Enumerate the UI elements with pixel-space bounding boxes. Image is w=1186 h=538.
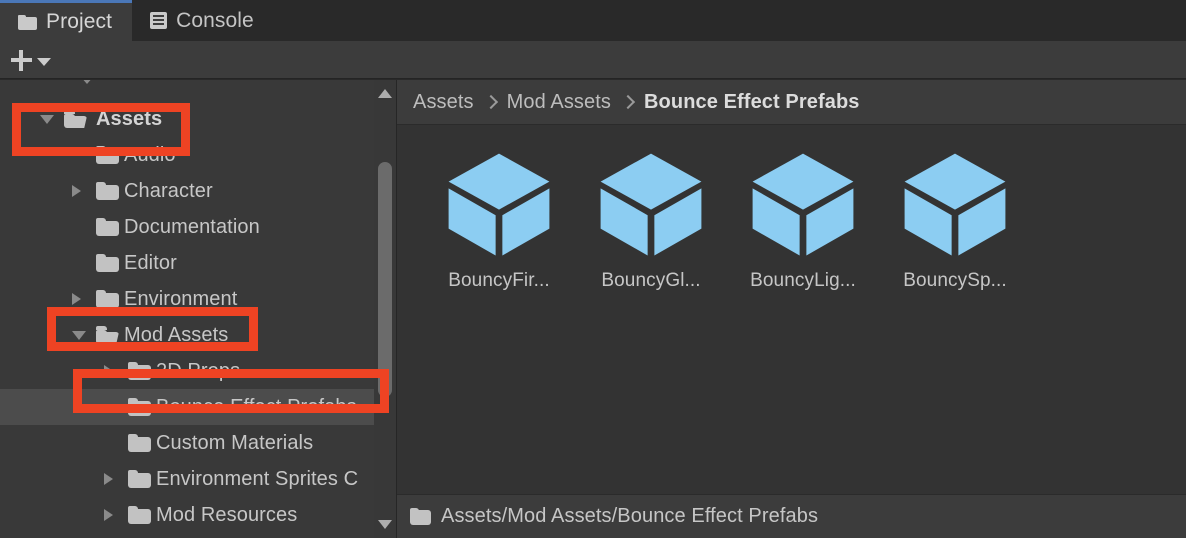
tab-bar: Project Console — [0, 0, 1186, 42]
twisty-collapsed-icon[interactable] — [104, 473, 113, 485]
create-button[interactable] — [9, 45, 65, 75]
twisty-expanded-icon[interactable] — [40, 115, 54, 124]
folder-tree-list: Assets Audio Character Documentation Editor E… — [0, 101, 374, 538]
tree-item-particle-prefabs[interactable]: Particle Prefabs — [0, 533, 374, 538]
asset-item-label: BouncyFir... — [448, 270, 550, 291]
folder-icon — [410, 508, 431, 525]
tree-item-documentation[interactable]: Documentation — [0, 209, 374, 245]
scroll-up-arrow-icon[interactable] — [378, 89, 392, 98]
tree-item-label: Documentation — [124, 215, 260, 238]
tree-item-label: Environment Sprites C — [156, 467, 359, 490]
tree-item-assets[interactable]: Assets — [0, 101, 374, 137]
chevron-right-icon — [485, 97, 496, 108]
folder-icon — [96, 290, 119, 308]
tree-item-label: Character — [124, 179, 213, 202]
tab-console[interactable]: Console — [132, 0, 274, 41]
asset-item-label: BouncySp... — [903, 270, 1007, 291]
folder-icon — [18, 14, 37, 30]
console-icon — [150, 12, 168, 29]
asset-item[interactable]: BouncyLig... — [727, 148, 879, 292]
tree-item-mod-assets[interactable]: Mod Assets — [0, 317, 374, 353]
chevron-down-icon — [37, 57, 51, 66]
folder-icon — [128, 398, 151, 416]
tree-item-label: Environment — [124, 287, 238, 310]
asset-item[interactable]: BouncyGl... — [575, 148, 727, 292]
scrollbar-thumb[interactable] — [378, 162, 392, 397]
twisty-collapsed-icon[interactable] — [72, 293, 81, 305]
folder-icon — [128, 362, 151, 380]
tree-item-environment[interactable]: Environment — [0, 281, 374, 317]
tree-item-label: Editor — [124, 251, 177, 274]
tree-item-label: Mod Assets — [124, 323, 229, 346]
tree-item-bounce-effect-prefabs[interactable]: Bounce Effect Prefabs — [0, 389, 374, 425]
prefab-cube-icon — [899, 148, 1011, 260]
asset-item[interactable]: BouncyFir... — [423, 148, 575, 292]
tree-item-2d-props[interactable]: 2D Props — [0, 353, 374, 389]
tree-item-editor[interactable]: Editor — [0, 245, 374, 281]
breadcrumb-segment[interactable]: Bounce Effect Prefabs — [644, 91, 860, 114]
asset-grid[interactable]: BouncyFir... BouncyGl... BouncyLig... Bounc… — [397, 126, 1186, 492]
plus-icon — [9, 48, 33, 72]
asset-item[interactable]: BouncySp... — [879, 148, 1031, 292]
unity-project-window: Project Console Assets Audio Character Docu… — [0, 0, 1186, 538]
tab-console-label: Console — [176, 8, 254, 32]
tree-item-label: Audio — [124, 143, 176, 166]
tab-project[interactable]: Project — [0, 0, 133, 42]
twisty-collapsed-icon[interactable] — [72, 185, 81, 197]
scroll-down-arrow-icon[interactable] — [378, 520, 392, 529]
folder-icon — [128, 470, 151, 488]
tree-scrollbar[interactable] — [374, 80, 396, 538]
partial-twisty-icon — [80, 80, 94, 84]
folder-icon — [96, 254, 119, 272]
folder-icon — [128, 434, 151, 452]
asset-browser-panel: Assets Mod Assets Bounce Effect Prefabs Bo… — [396, 80, 1186, 538]
prefab-cube-icon — [443, 148, 555, 260]
tree-item-label: 2D Props — [156, 359, 241, 382]
tree-item-label: Custom Materials — [156, 431, 314, 454]
chevron-right-icon — [622, 97, 633, 108]
tree-item-environment-sprites-c[interactable]: Environment Sprites C — [0, 461, 374, 497]
folder-open-icon — [64, 110, 87, 128]
asset-item-label: BouncyGl... — [601, 270, 701, 291]
folder-icon — [128, 506, 151, 524]
folder-icon — [96, 218, 119, 236]
tree-item-character[interactable]: Character — [0, 173, 374, 209]
status-bar-path: Assets/Mod Assets/Bounce Effect Prefabs — [441, 505, 819, 527]
breadcrumb-segment[interactable]: Mod Assets — [507, 91, 611, 114]
folder-icon — [96, 182, 119, 200]
tab-project-label: Project — [46, 10, 113, 33]
toolbar — [0, 41, 1186, 113]
tree-item-custom-materials[interactable]: Custom Materials — [0, 425, 374, 461]
breadcrumb: Assets Mod Assets Bounce Effect Prefabs — [397, 80, 1186, 125]
tree-item-label: Bounce Effect Prefabs — [156, 395, 357, 418]
tree-item-label: Assets — [96, 107, 163, 130]
tree-item-audio[interactable]: Audio — [0, 137, 374, 173]
tree-item-label: Mod Resources — [156, 503, 298, 526]
prefab-cube-icon — [595, 148, 707, 260]
twisty-expanded-icon[interactable] — [72, 331, 86, 340]
folder-tree-panel[interactable]: Assets Audio Character Documentation Editor E… — [0, 80, 396, 538]
tree-item-mod-resources[interactable]: Mod Resources — [0, 497, 374, 533]
folder-open-icon — [96, 326, 119, 344]
breadcrumb-segment[interactable]: Assets — [413, 91, 474, 114]
prefab-cube-icon — [747, 148, 859, 260]
asset-item-label: BouncyLig... — [750, 270, 856, 291]
folder-icon — [96, 146, 119, 164]
twisty-collapsed-icon[interactable] — [104, 365, 113, 377]
twisty-collapsed-icon[interactable] — [104, 509, 113, 521]
status-bar: Assets/Mod Assets/Bounce Effect Prefabs — [397, 494, 1186, 538]
